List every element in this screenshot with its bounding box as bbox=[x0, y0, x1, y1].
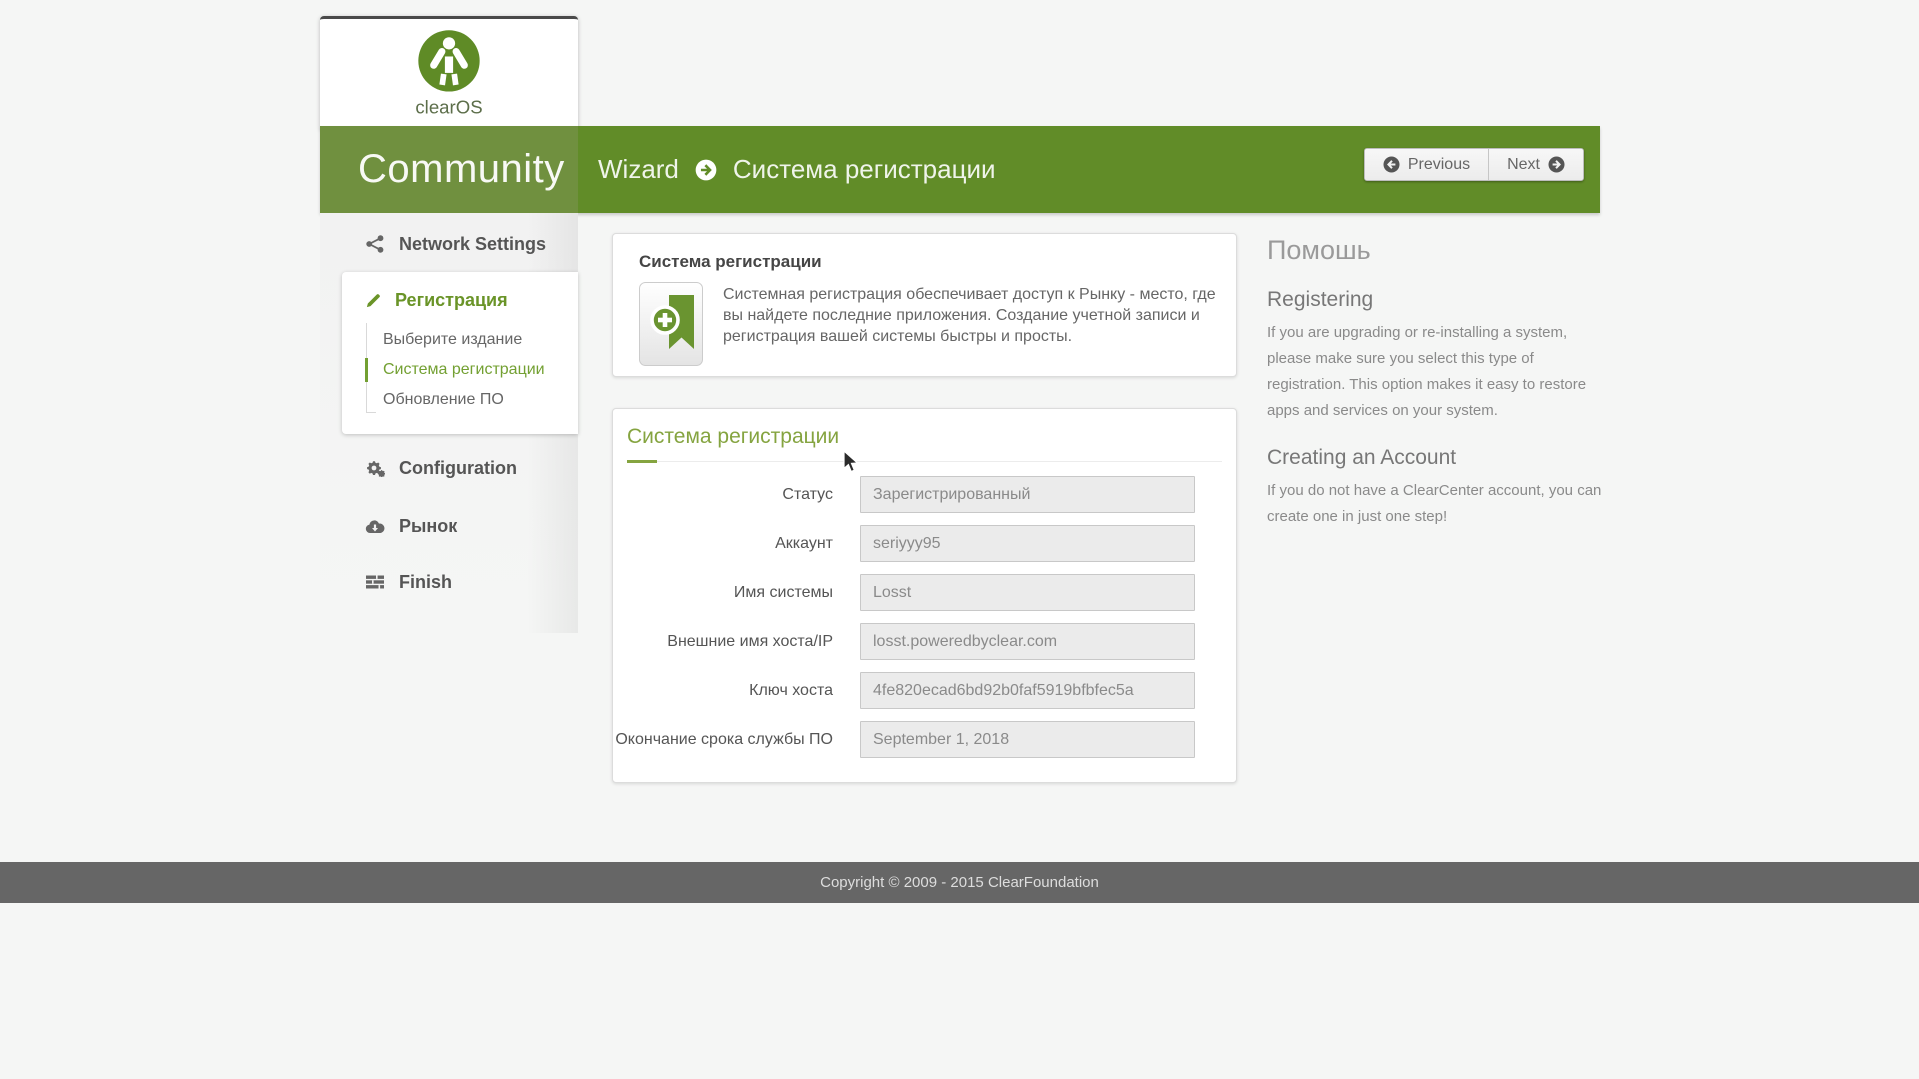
status-field[interactable] bbox=[860, 476, 1195, 513]
sidebar-item-label: Finish bbox=[399, 571, 452, 592]
previous-button-label: Previous bbox=[1407, 155, 1471, 173]
next-button-label: Next bbox=[1507, 155, 1540, 173]
sidebar-item-marketplace[interactable]: Рынок bbox=[320, 506, 578, 546]
wizard-nav-buttons: Previous Next bbox=[1363, 148, 1584, 181]
clearos-logo-icon: clearOS bbox=[415, 30, 483, 117]
registration-intro-card: Система регистрации Системная регистраци… bbox=[612, 233, 1237, 377]
registration-subnav-card: Регистрация Выберите издание Система рег… bbox=[342, 272, 578, 434]
form-row-hostname: Внешние имя хоста/IP bbox=[613, 623, 1236, 660]
intro-card-description: Системная регистрация обеспечивает досту… bbox=[723, 286, 1216, 345]
form-row-account: Аккаунт bbox=[613, 525, 1236, 562]
breadcrumb: Wizard Система регистрации bbox=[598, 154, 996, 185]
gears-icon bbox=[365, 458, 385, 478]
hostname-field[interactable] bbox=[860, 623, 1195, 660]
hostname-label: Внешние имя хоста/IP bbox=[667, 632, 833, 650]
help-text-creating-account: If you do not have a ClearCenter account… bbox=[1267, 482, 1602, 525]
account-field[interactable] bbox=[860, 525, 1195, 562]
header-bar: Wizard Система регистрации Previous Next bbox=[578, 126, 1600, 213]
host-key-label: Ключ хоста bbox=[749, 681, 833, 699]
previous-button[interactable]: Previous bbox=[1364, 149, 1489, 180]
form-card-title: Система регистрации bbox=[627, 425, 1222, 463]
help-panel: Помошь Registering If you are upgrading … bbox=[1267, 235, 1612, 530]
subscription-end-field[interactable] bbox=[860, 721, 1195, 758]
system-name-field[interactable] bbox=[860, 574, 1195, 611]
sidebar-item-label: Регистрация bbox=[395, 290, 508, 310]
breadcrumb-wizard: Wizard bbox=[598, 154, 679, 184]
footer: Copyright © 2009 - 2015 ClearFoundation bbox=[0, 862, 1919, 903]
form-row-system-name: Имя системы bbox=[613, 574, 1236, 611]
arrow-left-circle-icon bbox=[1383, 156, 1400, 173]
form-row-host-key: Ключ хоста bbox=[613, 672, 1236, 709]
bookmark-plus-icon bbox=[639, 282, 703, 366]
breadcrumb-page: Система регистрации bbox=[732, 154, 996, 184]
share-icon bbox=[365, 234, 385, 254]
subnav-item-system-registration[interactable]: Система регистрации bbox=[365, 355, 578, 385]
next-button[interactable]: Next bbox=[1488, 149, 1583, 180]
help-text-registering: If you are upgrading or re-installing a … bbox=[1267, 324, 1587, 419]
sidebar-item-label: Рынок bbox=[399, 515, 458, 536]
system-name-label: Имя системы bbox=[733, 583, 833, 601]
clearos-wordmark: clearOS bbox=[415, 96, 482, 117]
pencil-icon bbox=[365, 292, 383, 310]
arrow-right-circle-icon bbox=[695, 159, 717, 181]
sidebar-item-network-settings[interactable]: Network Settings bbox=[320, 224, 578, 264]
account-label: Аккаунт bbox=[775, 534, 833, 552]
subscription-end-label: Окончание срока службы ПО bbox=[615, 730, 833, 748]
form-row-status: Статус bbox=[613, 476, 1236, 513]
copyright-text: Copyright © 2009 - 2015 ClearFoundation bbox=[820, 874, 1099, 891]
logo-card: clearOS bbox=[320, 16, 578, 129]
registration-form-card: Система регистрации Статус Аккаунт Имя с… bbox=[612, 408, 1237, 783]
help-heading-registering: Registering bbox=[1267, 288, 1374, 311]
sidebar-item-label: Configuration bbox=[399, 457, 517, 478]
sidebar-item-label: Network Settings bbox=[399, 233, 547, 254]
cloud-download-icon bbox=[365, 516, 385, 536]
tasks-icon bbox=[365, 572, 385, 592]
help-title: Помошь bbox=[1267, 235, 1371, 265]
sidebar-item-finish[interactable]: Finish bbox=[320, 562, 578, 602]
community-title: Community bbox=[320, 126, 578, 213]
subnav-item-software-updates[interactable]: Обновление ПО bbox=[366, 385, 578, 415]
arrow-right-circle-icon bbox=[1548, 156, 1565, 173]
subnav-item-select-edition[interactable]: Выберите издание bbox=[366, 325, 578, 355]
intro-card-title: Система регистрации bbox=[639, 252, 822, 271]
form-row-subscription-end: Окончание срока службы ПО bbox=[613, 721, 1236, 758]
sidebar-item-registration[interactable]: Регистрация bbox=[365, 290, 578, 311]
status-label: Статус bbox=[782, 485, 833, 503]
registration-subnav-list: Выберите издание Система регистрации Обн… bbox=[365, 319, 578, 415]
page-header: Community Wizard Система регистрации Pre… bbox=[320, 126, 1600, 213]
sidebar-item-configuration[interactable]: Configuration bbox=[320, 448, 578, 488]
host-key-field[interactable] bbox=[860, 672, 1195, 709]
help-heading-creating-account: Creating an Account bbox=[1267, 446, 1457, 469]
mouse-cursor bbox=[843, 450, 859, 473]
